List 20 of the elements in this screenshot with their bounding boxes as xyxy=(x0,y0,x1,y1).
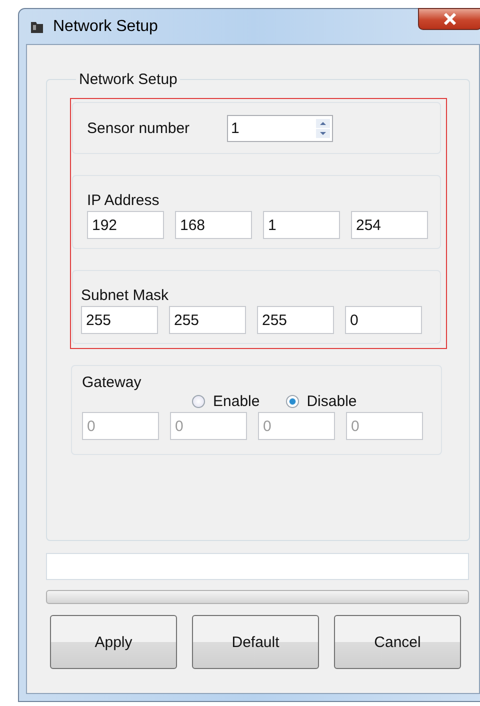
ip-octet-field[interactable]: 192 xyxy=(87,211,164,239)
close-icon xyxy=(443,13,457,25)
gateway-label: Gateway xyxy=(82,374,142,391)
dialog-button[interactable]: Default xyxy=(192,615,319,669)
ip-octet-field[interactable]: 254 xyxy=(351,211,428,239)
dialog-button[interactable]: Cancel xyxy=(334,615,461,669)
sensor-label: Sensor number xyxy=(87,120,191,136)
ip-octet-field[interactable]: 1 xyxy=(263,211,340,239)
window-title: Network Setup xyxy=(53,18,158,36)
subnet-octet-field[interactable]: 255 xyxy=(81,306,158,334)
subnet-octet-field[interactable]: 0 xyxy=(345,306,422,334)
group-title: Network Setup xyxy=(78,71,178,88)
ip-octet-field[interactable]: 168 xyxy=(175,211,252,239)
subnet-label: Subnet Mask xyxy=(81,287,169,304)
close-button[interactable] xyxy=(418,8,480,30)
ip-label: IP Address xyxy=(87,192,160,209)
subnet-octet-field[interactable]: 255 xyxy=(257,306,334,334)
sensor-spinner[interactable]: 1 xyxy=(227,114,333,142)
dialog-button[interactable]: Apply xyxy=(50,615,177,669)
subnet-octet-field[interactable]: 255 xyxy=(169,306,246,334)
